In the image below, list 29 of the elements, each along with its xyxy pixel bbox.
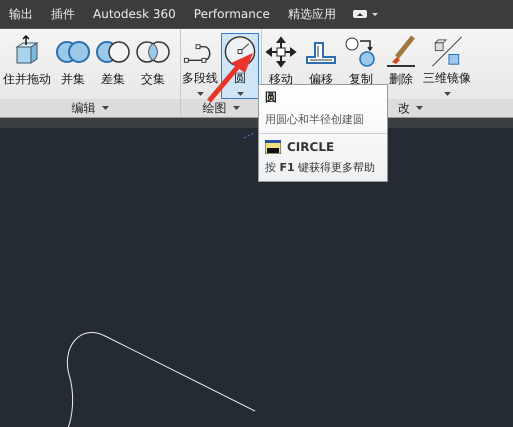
ribbon-tab[interactable]: 输出 <box>0 6 42 22</box>
command-name: CIRCLE <box>287 140 334 154</box>
ribbon-tool-button[interactable]: 住并拖动 <box>2 33 52 99</box>
caret-icon[interactable] <box>232 106 240 110</box>
ribbon-tool-button[interactable]: 复制 <box>342 33 380 99</box>
panel-title[interactable]: 改 <box>398 100 410 116</box>
caret-icon[interactable] <box>102 106 108 110</box>
minimize-ribbon-icon[interactable] <box>352 9 379 19</box>
ribbon-tab[interactable]: 插件 <box>42 6 84 22</box>
mirror-icon <box>429 35 465 68</box>
command-line-icon <box>265 140 281 154</box>
ribbon-tab[interactable]: Performance <box>184 7 279 21</box>
tooltip-description: 用圆心和半径创建圆 <box>265 112 365 127</box>
ribbon-tool-button[interactable]: 多段线 <box>181 33 219 99</box>
ribbon-tool-button[interactable]: 偏移 <box>302 33 340 99</box>
tooltip-title: 圆 <box>265 89 278 106</box>
ribbon-tab[interactable]: Autodesk 360 <box>84 7 185 21</box>
ribbon-tool-button[interactable]: 差集 <box>94 33 132 99</box>
ribbon-tab[interactable]: 精选应用 <box>278 6 345 22</box>
ribbon-tool-button[interactable]: 删除 <box>382 33 420 99</box>
annotation-arrow <box>207 51 255 103</box>
dashed-line <box>244 132 254 138</box>
panel-title[interactable]: 编辑 <box>72 100 96 116</box>
help-hint: 按 F1 键获得更多帮助 <box>265 160 376 175</box>
move-icon <box>263 35 299 69</box>
ribbon-tool-button[interactable]: 并集 <box>54 33 92 99</box>
caret-icon[interactable] <box>416 106 423 110</box>
ribbon-tool-button[interactable]: 三维镜像 <box>422 33 472 99</box>
ribbon-tool-button[interactable]: 交集 <box>134 33 172 99</box>
